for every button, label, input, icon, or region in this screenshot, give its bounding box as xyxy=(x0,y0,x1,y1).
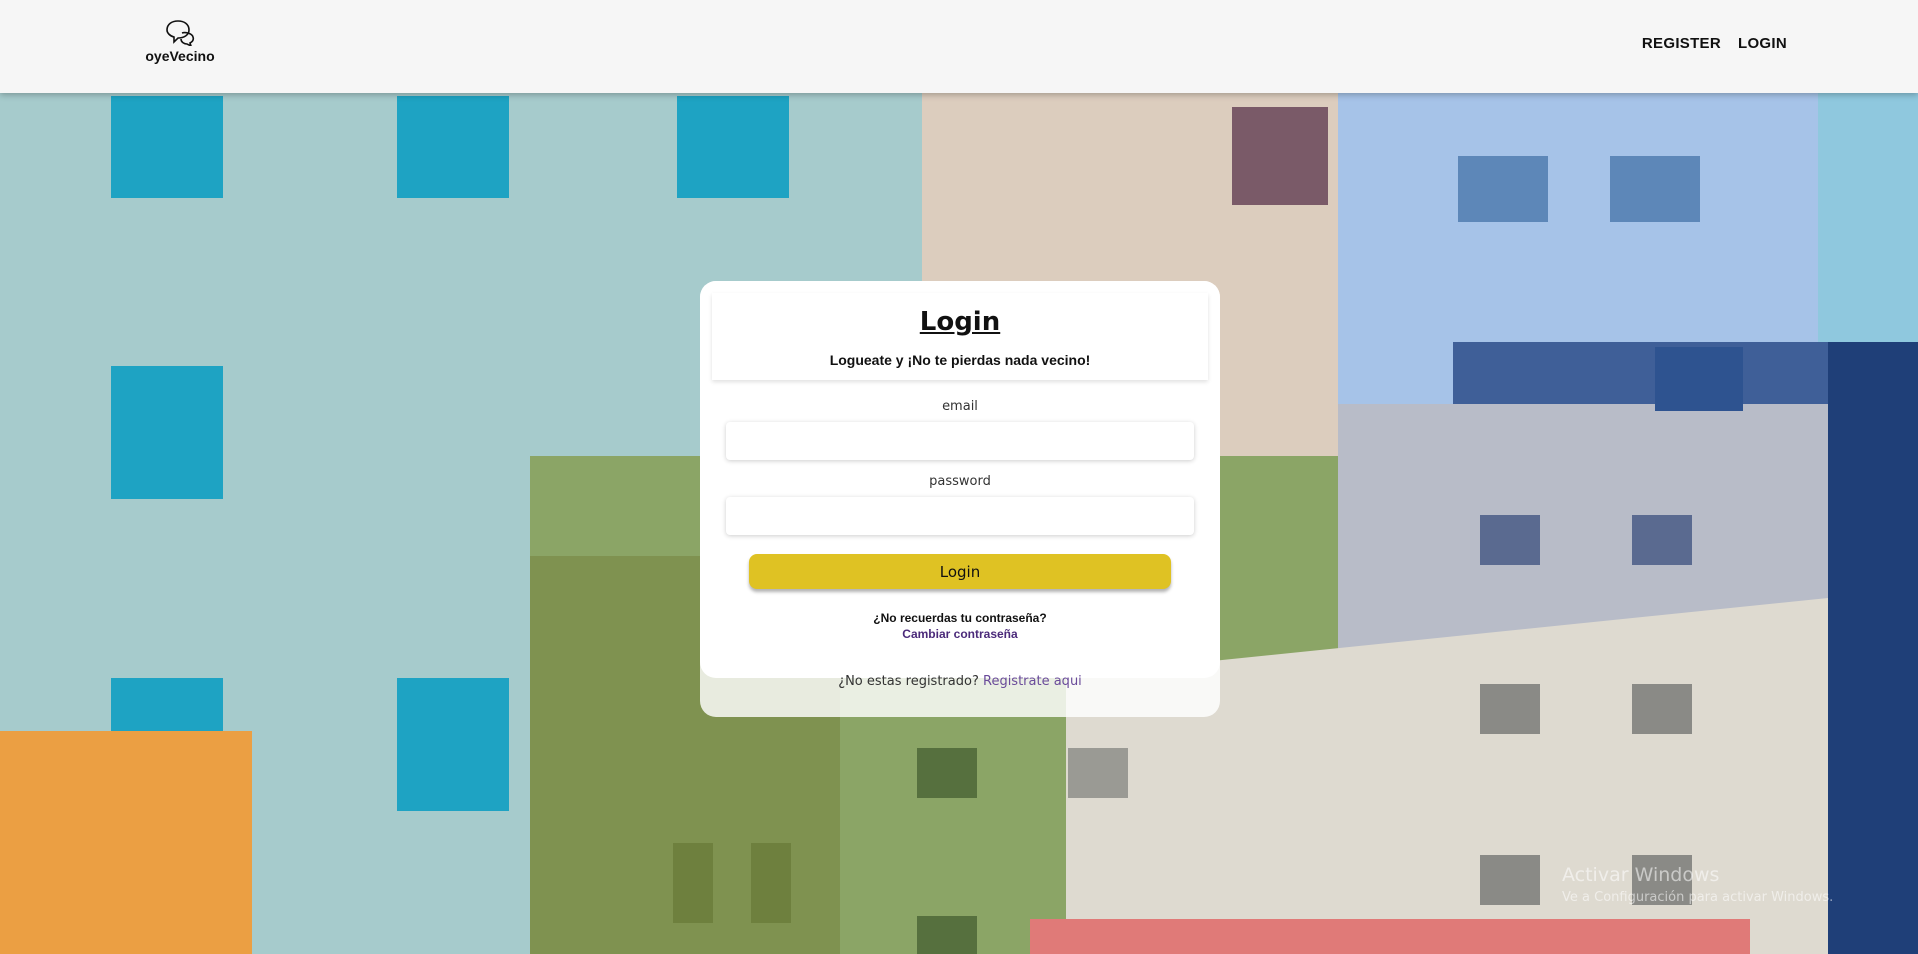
login-header: Login Logueate y ¡No te pierdas nada vec… xyxy=(712,293,1208,380)
login-subtitle: Logueate y ¡No te pierdas nada vecino! xyxy=(829,352,1091,368)
password-field[interactable] xyxy=(726,497,1194,535)
login-button[interactable]: Login xyxy=(749,554,1171,589)
change-password-link[interactable]: Cambiar contraseña xyxy=(700,627,1220,641)
register-prompt-text: ¿No estas registrado? xyxy=(838,674,979,689)
watermark-subtitle: Ve a Configuración para activar Windows. xyxy=(1562,890,1834,905)
login-card: Login Logueate y ¡No te pierdas nada vec… xyxy=(700,281,1220,717)
email-field[interactable] xyxy=(726,422,1194,460)
email-label: email xyxy=(942,399,978,414)
login-title: Login xyxy=(919,307,1001,337)
nav-login-link[interactable]: LOGIN xyxy=(1738,35,1787,52)
register-prompt: ¿No estas registrado? Registrate aqui xyxy=(700,674,1220,689)
top-navbar: oyeVecino REGISTER LOGIN xyxy=(0,0,1918,93)
forgot-password-question: ¿No recuerdas tu contraseña? xyxy=(873,611,1047,625)
register-link[interactable]: Registrate aqui xyxy=(983,674,1082,689)
password-label: password xyxy=(929,474,991,489)
watermark-title: Activar Windows xyxy=(1562,864,1720,886)
logo[interactable]: oyeVecino xyxy=(140,20,220,68)
chat-bubbles-icon xyxy=(166,20,195,46)
main-nav: REGISTER LOGIN xyxy=(1642,35,1787,52)
nav-register-link[interactable]: REGISTER xyxy=(1642,35,1721,52)
login-form: Login Logueate y ¡No te pierdas nada vec… xyxy=(700,281,1220,678)
logo-text: oyeVecino xyxy=(145,48,215,64)
windows-activation-watermark: Activar Windows Ve a Configuración para … xyxy=(1562,864,1833,905)
